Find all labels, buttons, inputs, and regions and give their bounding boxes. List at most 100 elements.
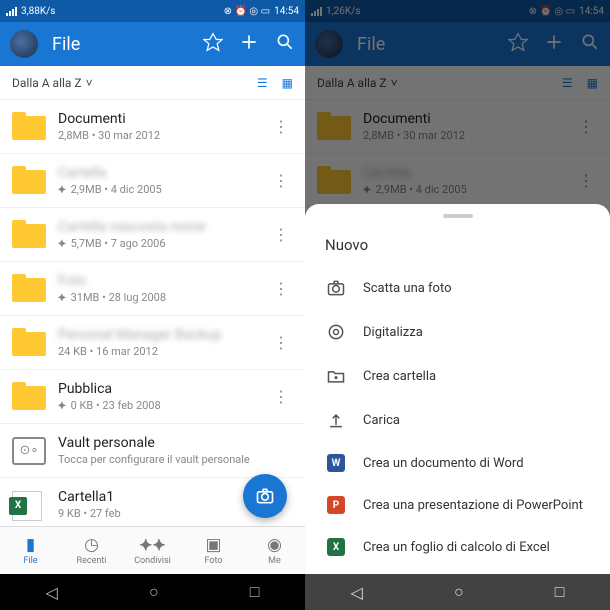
recents-button[interactable]: □ [555,582,565,602]
file-item[interactable]: Foto ⯌31MB • 28 lug 2008 ⋮ [0,262,305,316]
nav-recenti[interactable]: ◷ Recenti [61,527,122,574]
more-icon[interactable]: ⋮ [574,113,598,140]
person-icon: ◉ [267,535,282,555]
folder-icon [12,170,46,194]
premium-icon [508,32,528,57]
file-item[interactable]: Personal Manager Backup 24 KB • 16 mar 2… [0,316,305,370]
camera-fab[interactable] [243,474,287,518]
file-item[interactable]: Cartella ⯌2,9MB • 4 dic 2005 ⋮ [305,154,610,208]
sheet-item-ppt[interactable]: P Crea una presentazione di PowerPoint [305,484,610,526]
file-meta: 24 KB • 16 mar 2012 [58,345,257,358]
file-meta: 2,8MB • 30 mar 2012 [58,129,257,142]
status-bar: 3,88K/s ⊗ ⏰ ◎ ▭14:54 [0,0,305,22]
file-name: Cartella [58,165,257,181]
more-icon[interactable]: ⋮ [269,275,293,302]
sheet-item-label: Crea un documento di Word [363,456,524,471]
file-meta: 2,8MB • 30 mar 2012 [363,129,562,142]
file-name: Cartella [363,165,562,181]
sheet-item-label: Crea un foglio di calcolo di Excel [363,540,550,555]
folder-icon [12,278,46,302]
sheet-item-label: Crea cartella [363,369,436,384]
more-icon[interactable]: ⋮ [269,329,293,356]
back-button[interactable]: ◁ [46,583,58,602]
add-icon[interactable] [239,32,259,57]
file-meta: ⯌31MB • 28 lug 2008 [58,291,257,305]
file-name: Documenti [58,111,257,127]
home-button[interactable]: ○ [454,582,464,602]
file-name: Cartella1 [58,489,257,505]
net-speed: 1,26K/s [326,6,360,17]
recents-button[interactable]: □ [250,582,260,602]
status-icons: ⊗ ⏰ ◎ ▭ [529,6,575,17]
sheet-item-xls[interactable]: X Crea un foglio di calcolo di Excel [305,526,610,568]
file-name: Documenti [363,111,562,127]
file-name: Personal Manager Backup [58,327,257,343]
app-bar: File [305,22,610,66]
sheet-item-label: Carica [363,413,400,428]
excel-file-icon: X [12,491,42,521]
sheet-title: Nuovo [305,230,610,266]
folder-icon [317,116,351,140]
sheet-item-newfolder[interactable]: Crea cartella [305,354,610,398]
photo-icon: ▣ [205,535,221,555]
folder-icon [12,332,46,356]
nav-file[interactable]: ▮ File [0,527,61,574]
more-icon[interactable]: ⋮ [269,221,293,248]
more-icon[interactable]: ⋮ [269,113,293,140]
people-icon: ⯌⯌ [139,535,166,555]
file-item[interactable]: Documenti 2,8MB • 30 mar 2012 ⋮ [305,100,610,154]
nav-label: Condivisi [134,556,171,566]
status-bar: 1,26K/s ⊗ ⏰ ◎ ▭ 14:54 [305,0,610,22]
more-icon[interactable]: ⋮ [269,167,293,194]
vault-icon: ⊙∘ [12,437,46,465]
clock: 14:54 [579,6,604,17]
file-meta: ⯌0 KB • 23 feb 2008 [58,399,257,413]
file-meta: Tocca per configurare il vault personale [58,453,293,466]
avatar[interactable] [315,30,343,58]
status-icons: ⊗ ⏰ ◎ ▭ [224,6,270,17]
search-icon[interactable] [275,32,295,57]
home-button[interactable]: ○ [149,582,159,602]
folder-icon: ▮ [26,535,35,555]
avatar[interactable] [10,30,38,58]
more-icon[interactable]: ⋮ [269,383,293,410]
sort-dropdown[interactable]: Dalla A alla Z˅ [12,76,257,90]
file-meta: ⯌2,9MB • 4 dic 2005 [58,183,257,197]
file-item[interactable]: ⊙∘ Vault personale Tocca per configurare… [0,424,305,478]
chevron-down-icon: ˅ [86,76,93,90]
chevron-down-icon: ˅ [391,76,398,90]
file-item[interactable]: Pubblica ⯌0 KB • 23 feb 2008 ⋮ [0,370,305,424]
file-item[interactable]: Documenti 2,8MB • 30 mar 2012 ⋮ [0,100,305,154]
premium-icon[interactable] [203,32,223,57]
file-item[interactable]: Cartella ⯌2,9MB • 4 dic 2005 ⋮ [0,154,305,208]
app-bar: File [0,22,305,66]
sheet-item-upload[interactable]: Carica [305,398,610,442]
file-list[interactable]: Documenti 2,8MB • 30 mar 2012 ⋮ Cartella… [0,100,305,526]
nav-foto[interactable]: ▣ Foto [183,527,244,574]
list-view-icon: ☰ [562,76,573,90]
file-item[interactable]: Cartella nascosta nome ⯌5,7MB • 7 ago 20… [0,208,305,262]
sheet-item-label: Digitalizza [363,325,423,340]
back-button[interactable]: ◁ [351,583,363,602]
sheet-item-scan[interactable]: Digitalizza [305,310,610,354]
list-view-icon[interactable]: ☰ [257,76,268,90]
more-icon[interactable]: ⋮ [574,167,598,194]
sheet-item-camera[interactable]: Scatta una foto [305,266,610,310]
sheet-item-label: Scatta una foto [363,281,452,296]
new-item-sheet: Nuovo Scatta una foto Digitalizza Crea c… [305,204,610,574]
folder-icon [12,386,46,410]
system-nav: ◁ ○ □ [305,574,610,610]
xls-icon: X [325,538,347,556]
clock-icon: ◷ [84,535,99,555]
nav-me[interactable]: ◉ Me [244,527,305,574]
folder-icon [12,116,46,140]
sheet-item-word[interactable]: W Crea un documento di Word [305,442,610,484]
grid-view-icon[interactable]: ▦ [282,76,293,90]
net-speed: 3,88K/s [21,6,55,17]
search-icon [580,32,600,57]
sheet-handle[interactable] [443,214,473,218]
nav-condivisi[interactable]: ⯌⯌ Condivisi [122,527,183,574]
grid-view-icon: ▦ [587,76,598,90]
file-name: Pubblica [58,381,257,397]
nav-label: Foto [204,556,222,566]
